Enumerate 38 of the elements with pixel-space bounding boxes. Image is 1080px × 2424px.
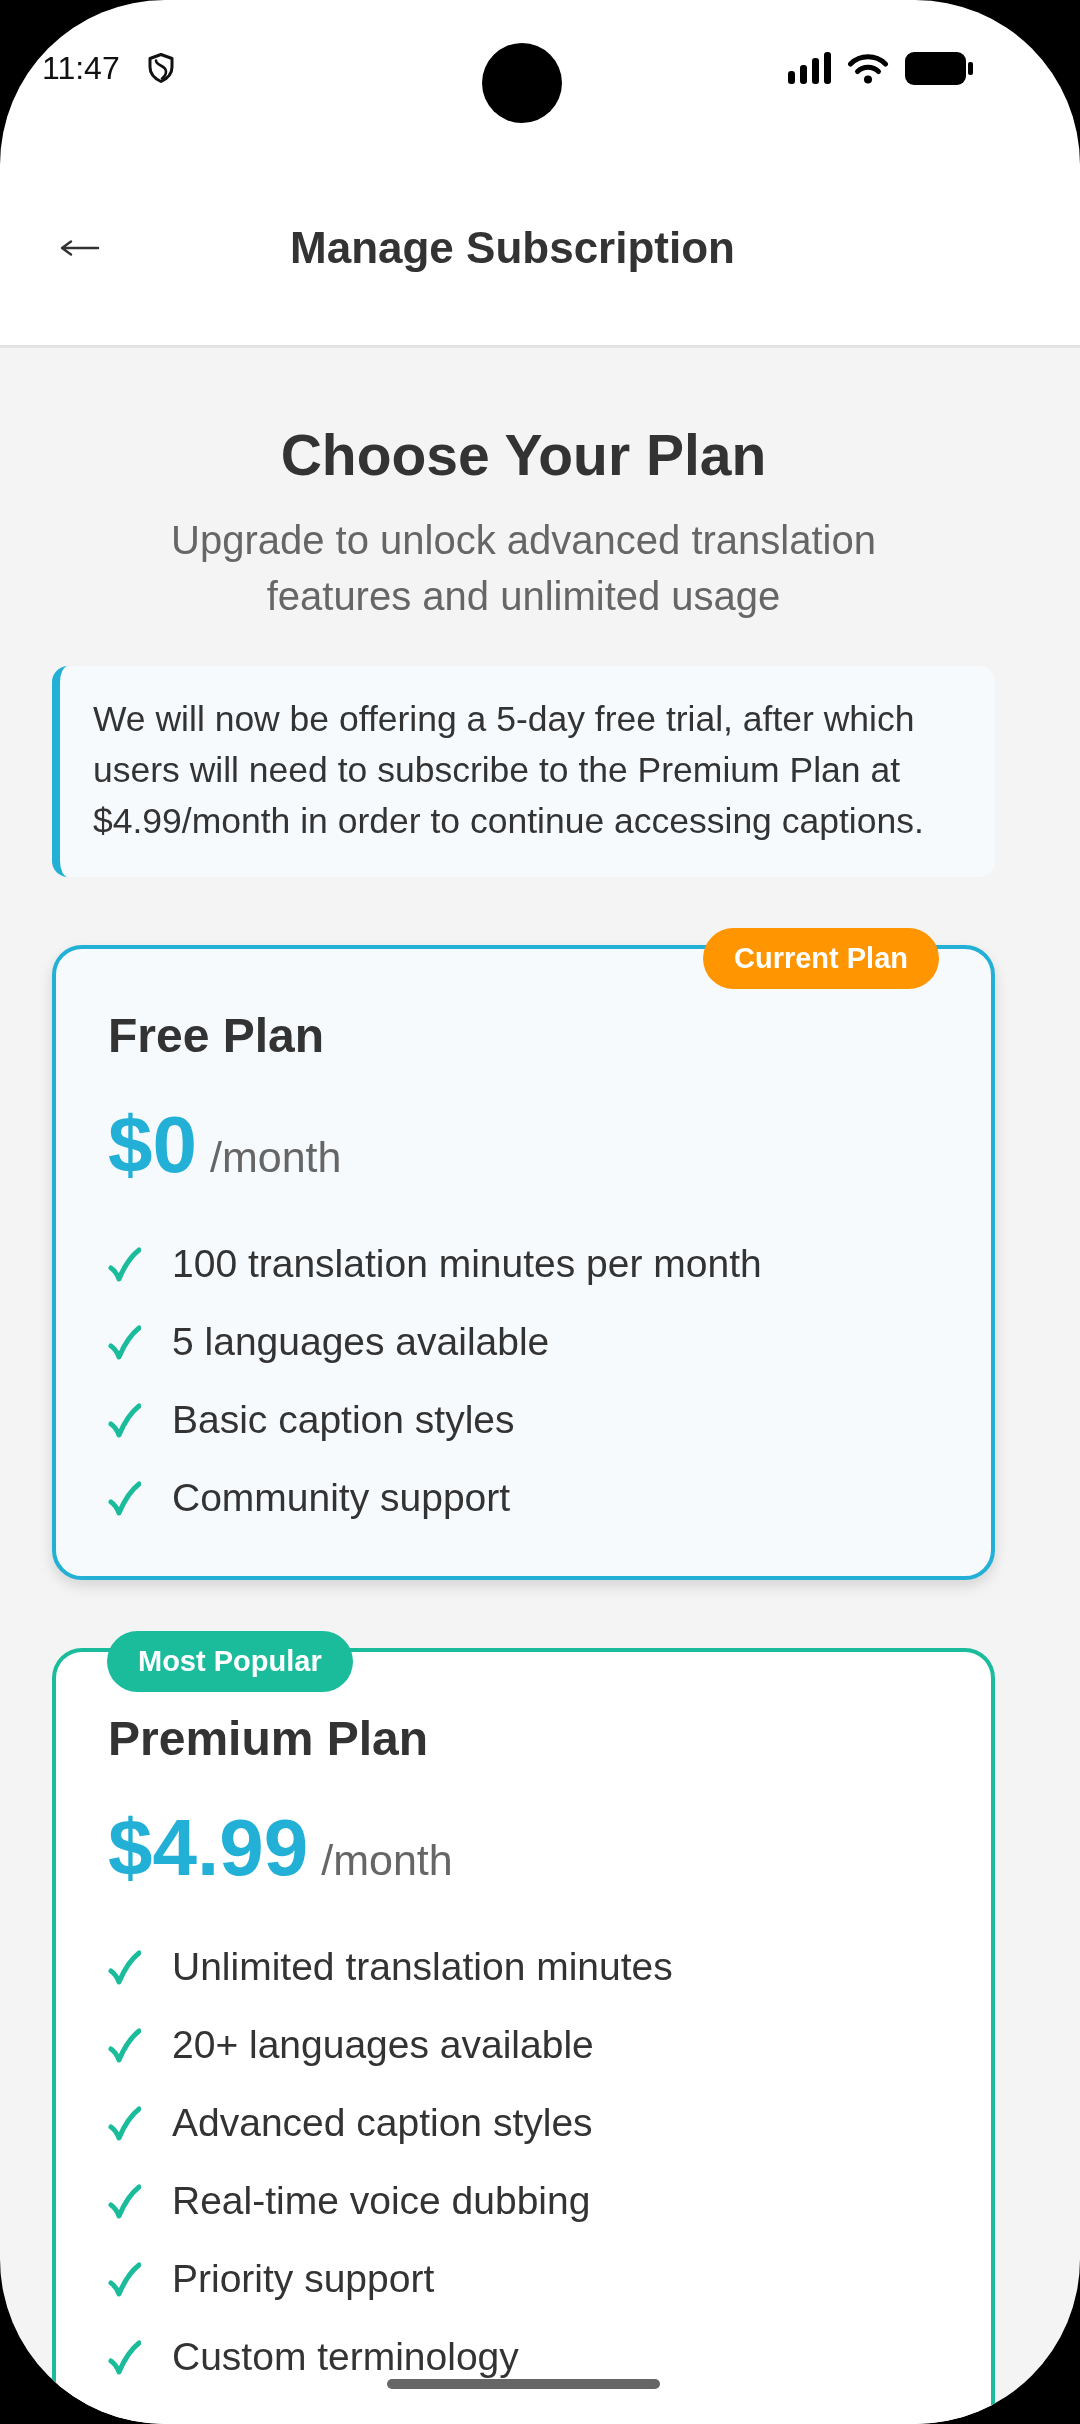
section-subtitle: Upgrade to unlock advanced translation features and unlimited usage bbox=[170, 517, 877, 620]
plan-price: $4.99 bbox=[108, 1808, 309, 1888]
feature-text: Custom terminology bbox=[172, 2334, 519, 2380]
plan-name: Free Plan bbox=[108, 1008, 326, 1064]
check-icon bbox=[108, 2261, 141, 2297]
plan-name: Premium Plan bbox=[108, 1711, 430, 1767]
page-title: Manage Subscription bbox=[289, 221, 736, 274]
price-period: /month bbox=[321, 1835, 453, 1885]
plan-price: $0 bbox=[108, 1105, 197, 1185]
check-icon bbox=[108, 2105, 141, 2141]
check-icon bbox=[108, 1324, 141, 1360]
feature-text: Priority support bbox=[172, 2256, 435, 2302]
battery-icon bbox=[905, 52, 973, 85]
wifi-icon bbox=[847, 52, 889, 84]
signal-icon bbox=[788, 52, 832, 84]
notice-text: We will now be offering a 5-day free trial, after which users will need to subscribe to the Premium Plan at $4.99/month in order to continue accessing captions. bbox=[52, 666, 995, 877]
check-icon bbox=[108, 2183, 141, 2219]
check-icon bbox=[108, 1246, 141, 1282]
feature-text: 5 languages available bbox=[172, 1319, 550, 1365]
feature-text: Unlimited translation minutes bbox=[172, 1944, 673, 1990]
plan-badge: Most Popular bbox=[107, 1631, 353, 1692]
feature-text: 20+ languages available bbox=[172, 2022, 594, 2068]
check-icon bbox=[108, 1949, 141, 1985]
back-arrow-icon bbox=[60, 237, 100, 258]
feature-text: Community support bbox=[172, 1475, 511, 1521]
status-time: 11:47 bbox=[42, 52, 120, 84]
check-icon bbox=[108, 1480, 141, 1516]
feature-text: Advanced caption styles bbox=[172, 2100, 593, 2146]
feature-text: 100 translation minutes per month bbox=[172, 1241, 762, 1287]
check-icon bbox=[108, 2339, 141, 2375]
check-icon bbox=[108, 1402, 141, 1438]
feature-text: Real-time voice dubbing bbox=[172, 2178, 591, 2224]
section-heading: Choose Your Plan bbox=[279, 422, 768, 489]
feature-text: Basic caption styles bbox=[172, 1397, 515, 1443]
shield-icon bbox=[146, 52, 175, 84]
check-icon bbox=[108, 2027, 141, 2063]
price-period: /month bbox=[210, 1132, 342, 1182]
plan-badge: Current Plan bbox=[702, 928, 939, 989]
